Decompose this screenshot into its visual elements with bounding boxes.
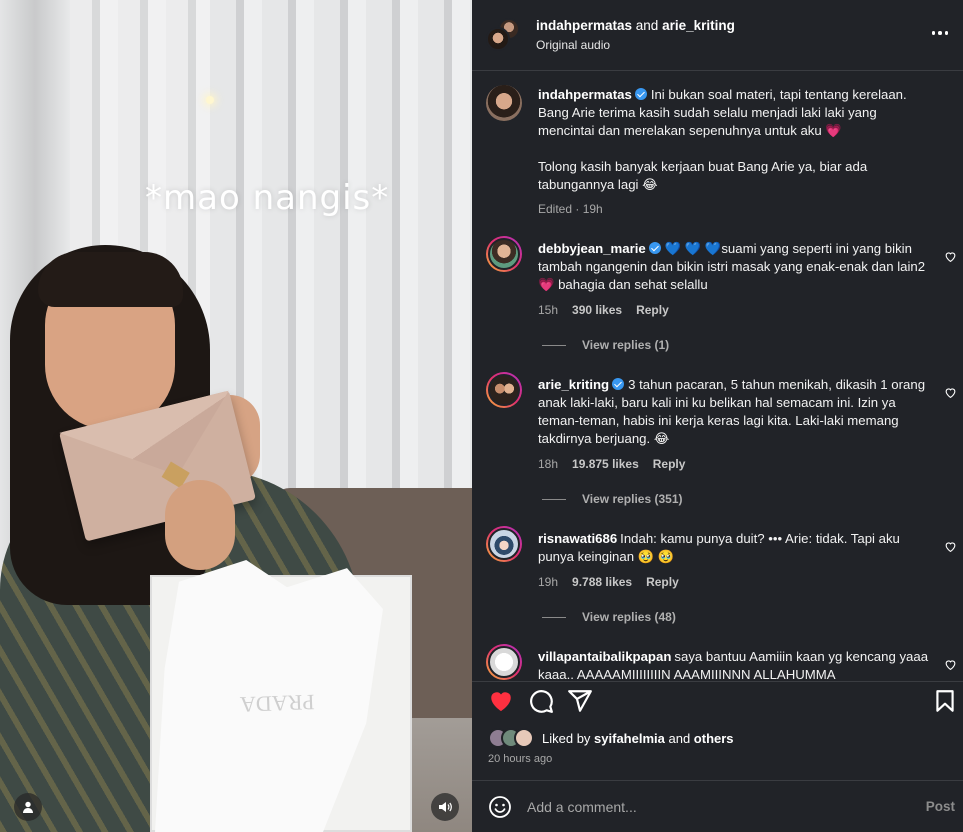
comment-username[interactable]: debbyjean_marie [538, 241, 646, 256]
comment-text-block: risnawati686 Indah: kamu punya duit? ••• … [538, 530, 930, 566]
user-tag-icon [23, 801, 33, 813]
comment-time: 19h [538, 575, 559, 589]
audio-link[interactable]: Original audio [536, 38, 610, 52]
heart-icon[interactable] [488, 688, 514, 714]
liked-by-text: Liked by syifahelmia and others [542, 731, 734, 746]
post-header: indahpermatas and arie_kriting Original … [472, 0, 963, 70]
emoji-icon[interactable] [488, 795, 512, 819]
comment-text-block: villapantaibalikpapan saya bantuu Aamiiin… [538, 648, 930, 681]
avatar[interactable] [486, 526, 522, 562]
comment-meta: 15h 390 likes Reply [538, 303, 683, 317]
avatar[interactable] [486, 85, 522, 121]
liked-by-suffix: and [664, 731, 694, 746]
avatar[interactable] [486, 372, 522, 408]
view-replies-button[interactable]: View replies (48) [542, 610, 676, 624]
post-timestamp[interactable]: 20 hours ago [488, 753, 552, 765]
comment-composer: Post [472, 781, 963, 832]
comment-username[interactable]: risnawati686 [538, 531, 617, 546]
collab-avatars[interactable] [486, 18, 522, 51]
comment-time: 15h [538, 303, 559, 317]
action-bar [472, 684, 963, 720]
comment-meta: 19h 9.788 likes Reply [538, 575, 693, 589]
comment-text-block: debbyjean_marie 💙 💙 💙suami yang seperti i… [538, 240, 930, 294]
comment-likes[interactable]: 19.875 likes [572, 457, 639, 471]
comment-likes[interactable]: 390 likes [572, 303, 622, 317]
comment-like-icon[interactable] [944, 540, 957, 553]
author-link[interactable]: arie_kriting [662, 18, 735, 33]
comment-meta: Edited · 19h [538, 202, 617, 216]
comment-meta: 18h 19.875 likes Reply [538, 457, 699, 471]
view-replies-button[interactable]: View replies (1) [542, 338, 669, 352]
audio-button[interactable] [431, 793, 459, 821]
comment-edited-time: Edited · 19h [538, 202, 603, 216]
reply-button[interactable]: Reply [636, 303, 669, 317]
view-replies-button[interactable]: View replies (351) [542, 492, 683, 506]
light-spot [206, 96, 214, 104]
reply-button[interactable]: Reply [653, 457, 686, 471]
more-icon [944, 31, 949, 35]
comment-icon[interactable] [528, 688, 554, 714]
comment-like-icon[interactable] [944, 386, 957, 399]
person-bangs [38, 252, 183, 307]
user-tag-button[interactable] [14, 793, 42, 821]
comment-text-block: indahpermatas Ini bukan soal materi, tapi… [538, 86, 930, 194]
share-icon[interactable] [567, 688, 593, 714]
box-brand: PRADA [239, 689, 316, 718]
avatar [486, 27, 510, 51]
verified-badge-icon [648, 242, 661, 254]
liked-by-user[interactable]: syifahelmia [594, 731, 665, 746]
video-overlay-caption: *mao nangis* [145, 178, 390, 218]
comment-like-icon[interactable] [944, 250, 957, 263]
divider [472, 681, 963, 682]
avatar[interactable] [486, 644, 522, 680]
avatar [514, 728, 534, 748]
comment-username[interactable]: indahpermatas [538, 87, 632, 102]
liked-by-prefix: Liked by [542, 731, 595, 746]
comment-list[interactable]: indahpermatas Ini bukan soal materi, tapi… [472, 71, 963, 681]
comment-username[interactable]: villapantaibalikpapan [538, 649, 671, 664]
verified-badge-icon [612, 378, 625, 390]
comment-like-icon[interactable] [944, 658, 957, 671]
liked-by-others[interactable]: others [694, 731, 734, 746]
audio-icon [439, 802, 452, 812]
author-joiner: and [632, 18, 663, 33]
bookmark-icon[interactable] [932, 688, 958, 714]
post-video[interactable]: PRADA *mao nangis* [0, 0, 472, 832]
post-comment-button[interactable]: Post [926, 799, 955, 814]
comment-likes[interactable]: 9.788 likes [572, 575, 632, 589]
more-icon [931, 31, 936, 35]
comment-text: Ini bukan soal materi, tapi tentang kere… [538, 87, 907, 192]
reply-button[interactable]: Reply [646, 575, 679, 589]
avatar[interactable] [486, 236, 522, 272]
comment-input[interactable] [527, 795, 907, 819]
author-link[interactable]: indahpermatas [536, 18, 632, 33]
person-hand [165, 480, 235, 570]
comment-time: 18h [538, 457, 559, 471]
more-options-button[interactable] [929, 22, 951, 44]
more-icon [938, 31, 942, 35]
instagram-post-window: PRADA *mao nangis* indahpermatas and ari… [0, 0, 963, 832]
comments-panel: indahpermatas and arie_kriting Original … [472, 0, 963, 832]
comment-text-block: arie_kriting 3 tahun pacaran, 5 tahun men… [538, 376, 930, 448]
post-authors: indahpermatas and arie_kriting [536, 18, 735, 33]
comment-username[interactable]: arie_kriting [538, 377, 609, 392]
verified-badge-icon [634, 88, 647, 100]
